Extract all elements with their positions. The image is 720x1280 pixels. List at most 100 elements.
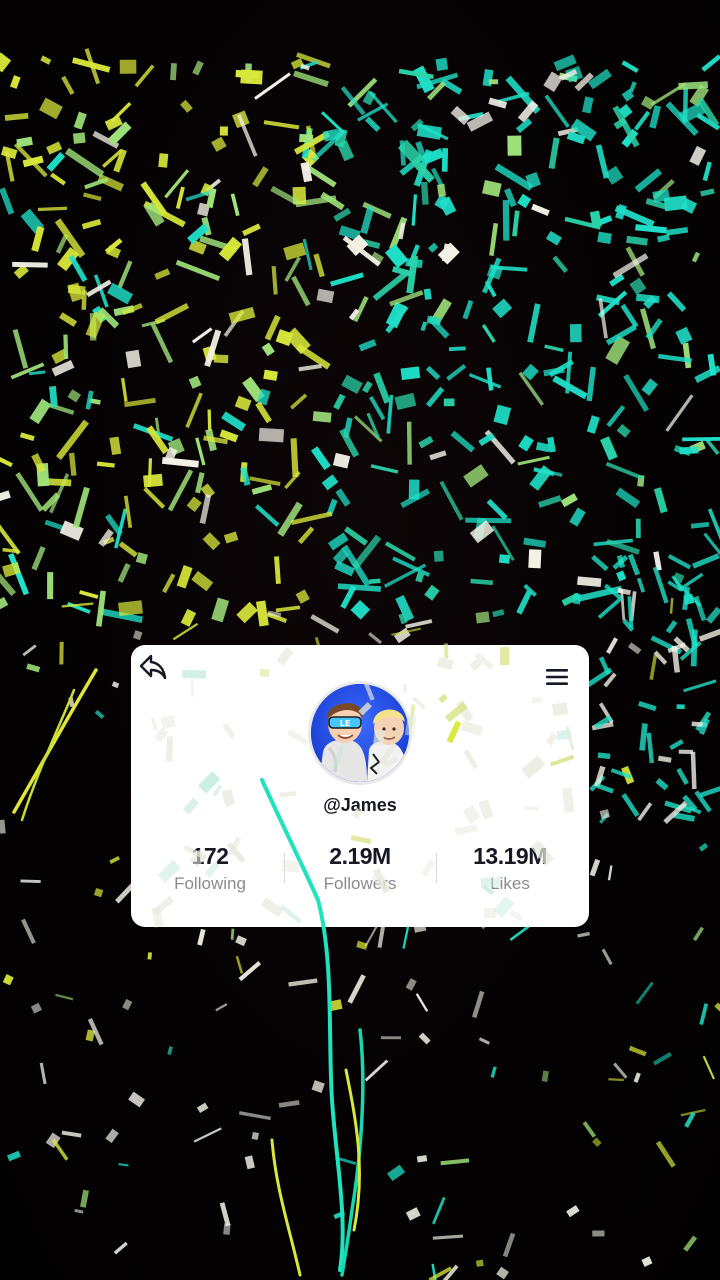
confetti-piece (16, 136, 33, 148)
confetti-piece (12, 261, 48, 268)
confetti-piece (599, 809, 610, 820)
confetti-piece (441, 78, 463, 95)
confetti-piece (676, 704, 685, 710)
confetti-piece (4, 112, 29, 121)
confetti-piece (380, 1036, 402, 1040)
confetti-piece (0, 187, 15, 215)
confetti-piece (627, 642, 642, 655)
confetti-piece (218, 236, 243, 262)
confetti-piece (373, 372, 391, 404)
confetti-piece (638, 700, 657, 712)
confetti-piece (682, 436, 720, 442)
confetti-piece (569, 507, 586, 527)
confetti-piece (560, 493, 578, 508)
confetti-piece (432, 1234, 464, 1240)
menu-button[interactable] (541, 663, 573, 691)
confetti-piece (12, 328, 29, 369)
confetti-piece (616, 423, 631, 438)
confetti-piece (423, 288, 432, 300)
confetti-piece (475, 1259, 484, 1267)
confetti-piece (601, 948, 613, 966)
confetti-piece (255, 600, 269, 627)
confetti-piece (333, 207, 352, 222)
confetti-piece (147, 952, 153, 960)
confetti-piece (544, 344, 564, 353)
confetti-piece (471, 990, 485, 1019)
confetti-piece (436, 183, 447, 197)
confetti-piece (492, 609, 505, 618)
confetti-piece (242, 223, 261, 237)
confetti-piece (22, 644, 37, 657)
confetti-piece (278, 1100, 300, 1108)
confetti-piece (569, 323, 582, 343)
confetti-piece (10, 362, 45, 380)
confetti-piece (413, 65, 435, 94)
stat-followers[interactable]: 2.19M Followers (285, 841, 435, 897)
confetti-piece (328, 999, 343, 1012)
confetti-piece (465, 517, 512, 524)
confetti-piece (235, 935, 247, 947)
confetti-piece (369, 578, 381, 584)
confetti-piece (416, 123, 442, 140)
confetti-piece (637, 802, 653, 822)
confetti-piece (94, 709, 105, 720)
confetti-piece (135, 552, 148, 565)
confetti-piece (288, 978, 318, 987)
back-button[interactable] (135, 649, 171, 685)
confetti-piece (690, 751, 697, 790)
confetti-piece (592, 1230, 605, 1237)
confetti-piece (219, 1202, 231, 1227)
confetti-piece (596, 783, 614, 794)
confetti-piece (450, 105, 471, 126)
confetti-piece (597, 752, 611, 760)
stat-following[interactable]: 172 Following (135, 841, 285, 897)
confetti-piece (274, 556, 281, 584)
confetti-piece (544, 94, 570, 128)
confetti-piece (635, 981, 654, 1005)
confetti-piece (26, 663, 41, 673)
confetti-piece (492, 298, 513, 319)
confetti-piece (475, 611, 490, 624)
confetti-piece (263, 369, 278, 381)
confetti-piece (337, 140, 355, 162)
confetti-piece (432, 1196, 446, 1225)
confetti-piece (595, 144, 610, 179)
confetti-piece (85, 311, 105, 339)
confetti-piece (154, 303, 190, 325)
confetti-piece (258, 427, 285, 443)
confetti-piece (31, 546, 46, 571)
confetti-piece (448, 346, 466, 352)
confetti-piece (586, 366, 596, 402)
confetti-piece (517, 193, 532, 209)
stats-row: 172 Following 2.19M Followers 13.19M Lik… (131, 841, 589, 903)
confetti-piece (478, 1037, 491, 1045)
confetti-piece (370, 464, 399, 474)
confetti-piece (608, 1078, 624, 1082)
confetti-piece (118, 541, 138, 558)
confetti-piece (109, 855, 121, 864)
stat-likes[interactable]: 13.19M Likes (435, 841, 585, 897)
confetti-piece (615, 487, 641, 509)
confetti-piece (39, 97, 63, 120)
confetti-piece (125, 349, 142, 369)
confetti-piece (496, 1266, 509, 1280)
confetti-piece (690, 521, 710, 529)
confetti-piece (598, 298, 608, 339)
confetti-piece (626, 235, 648, 246)
confetti-piece (641, 1256, 653, 1267)
confetti-piece (164, 169, 190, 199)
confetti-piece (211, 136, 227, 152)
confetti-piece (527, 303, 541, 343)
confetti-piece (215, 1003, 228, 1012)
confetti-piece (298, 363, 322, 372)
confetti-piece (118, 600, 143, 616)
confetti-piece (196, 1102, 209, 1114)
avatar[interactable]: LE (308, 681, 412, 785)
confetti-piece (411, 194, 418, 226)
confetti-piece (21, 918, 36, 944)
confetti-piece (9, 75, 21, 89)
confetti-piece (702, 161, 712, 182)
confetti-piece (597, 231, 612, 244)
confetti-piece (516, 590, 533, 615)
confetti-piece (673, 444, 692, 457)
